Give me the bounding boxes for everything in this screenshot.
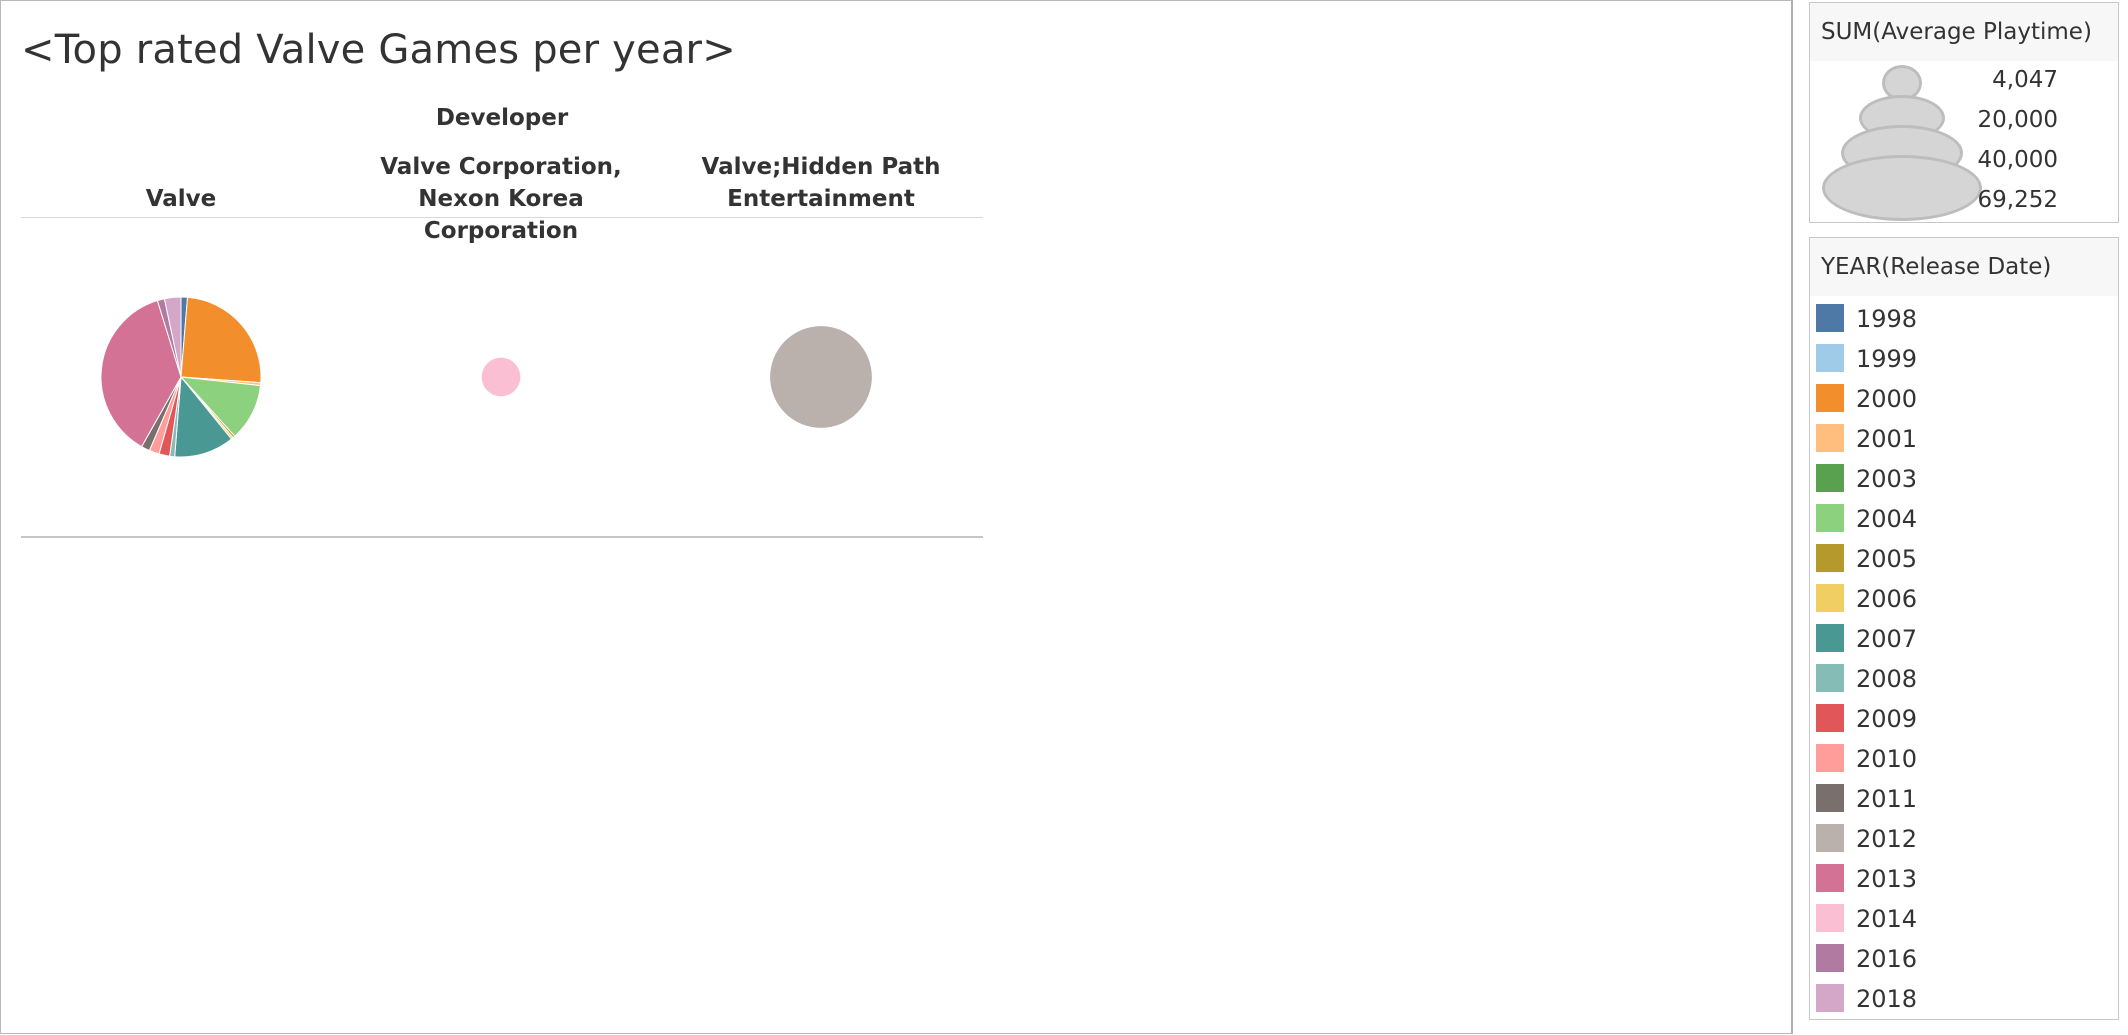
size-legend-item: 4,047: [1810, 63, 2118, 103]
color-legend-item[interactable]: 2012: [1810, 818, 2118, 858]
size-legend-title: SUM(Average Playtime): [1810, 3, 2118, 61]
worksheet-area: <Top rated Valve Games per year> Develop…: [0, 0, 1793, 1034]
color-legend-item[interactable]: 2000: [1810, 378, 2118, 418]
color-swatch: [1816, 784, 1844, 812]
size-legend-bubble: [1822, 155, 1982, 221]
size-legend-label: 4,047: [1992, 67, 2058, 93]
color-legend-item[interactable]: 2008: [1810, 658, 2118, 698]
color-legend-label: 2014: [1856, 905, 1918, 933]
color-legend-item[interactable]: 2004: [1810, 498, 2118, 538]
color-legend-label: 2007: [1856, 625, 1918, 653]
color-legend-label: 2004: [1856, 505, 1918, 533]
color-swatch: [1816, 584, 1844, 612]
color-legend-item[interactable]: 2005: [1810, 538, 2118, 578]
size-legend: SUM(Average Playtime) 4,047 20,000 40,000 6…: [1809, 2, 2119, 223]
color-swatch: [1816, 424, 1844, 452]
color-swatch: [1816, 744, 1844, 772]
color-legend-item[interactable]: 2016: [1810, 938, 2118, 978]
color-legend-item[interactable]: 1998: [1810, 298, 2118, 338]
color-legend-item[interactable]: 2010: [1810, 738, 2118, 778]
color-legend-label: 2000: [1856, 385, 1918, 413]
color-swatch: [1816, 624, 1844, 652]
color-legend-item[interactable]: 2018: [1810, 978, 2118, 1018]
color-legend-label: 2006: [1856, 585, 1918, 613]
pie-1[interactable]: [481, 357, 521, 397]
color-legend-label: 2001: [1856, 425, 1918, 453]
pie-0[interactable]: [100, 296, 262, 458]
color-swatch: [1816, 824, 1844, 852]
color-legend-label: 2011: [1856, 785, 1918, 813]
color-legend-item[interactable]: 1999: [1810, 338, 2118, 378]
pie-marks-area: [100, 296, 872, 458]
color-legend-label: 2009: [1856, 705, 1918, 733]
color-legend-label: 2018: [1856, 985, 1918, 1013]
pie-slice-2014[interactable]: [481, 357, 521, 397]
color-swatch: [1816, 344, 1844, 372]
color-legend-label: 2012: [1856, 825, 1918, 853]
color-legend-label: 2005: [1856, 545, 1918, 573]
color-swatch: [1816, 664, 1844, 692]
size-legend-item: 69,252: [1810, 155, 2118, 223]
color-legend: YEAR(Release Date) 1998 1999 2000 2001 2003 2…: [1809, 237, 2119, 1020]
size-legend-label: 20,000: [1977, 107, 2058, 133]
color-swatch: [1816, 904, 1844, 932]
color-legend-label: 2010: [1856, 745, 1918, 773]
pie-2[interactable]: [770, 326, 872, 428]
color-legend-label: 2003: [1856, 465, 1918, 493]
color-swatch: [1816, 384, 1844, 412]
color-legend-label: 2008: [1856, 665, 1918, 693]
color-legend-title: YEAR(Release Date): [1810, 238, 2118, 296]
color-legend-item[interactable]: 2003: [1810, 458, 2118, 498]
color-swatch: [1816, 984, 1844, 1012]
color-swatch: [1816, 304, 1844, 332]
color-legend-item[interactable]: 2009: [1810, 698, 2118, 738]
color-swatch: [1816, 704, 1844, 732]
pie-slice-2000[interactable]: [180, 296, 262, 384]
size-legend-label: 40,000: [1977, 147, 2058, 173]
color-swatch: [1816, 464, 1844, 492]
color-legend-label: 2013: [1856, 865, 1918, 893]
color-swatch: [1816, 544, 1844, 572]
color-legend-label: 1998: [1856, 305, 1918, 333]
color-swatch: [1816, 504, 1844, 532]
color-legend-label: 1999: [1856, 345, 1918, 373]
color-swatch: [1816, 944, 1844, 972]
color-legend-item[interactable]: 2001: [1810, 418, 2118, 458]
color-legend-item[interactable]: 2014: [1810, 898, 2118, 938]
color-legend-item[interactable]: 2006: [1810, 578, 2118, 618]
color-swatch: [1816, 864, 1844, 892]
size-legend-label: 69,252: [1977, 187, 2058, 213]
color-legend-item[interactable]: 2007: [1810, 618, 2118, 658]
color-legend-item[interactable]: 2011: [1810, 778, 2118, 818]
color-legend-item[interactable]: 2013: [1810, 858, 2118, 898]
color-legend-label: 2016: [1856, 945, 1918, 973]
pie-slice-2012[interactable]: [770, 326, 872, 428]
